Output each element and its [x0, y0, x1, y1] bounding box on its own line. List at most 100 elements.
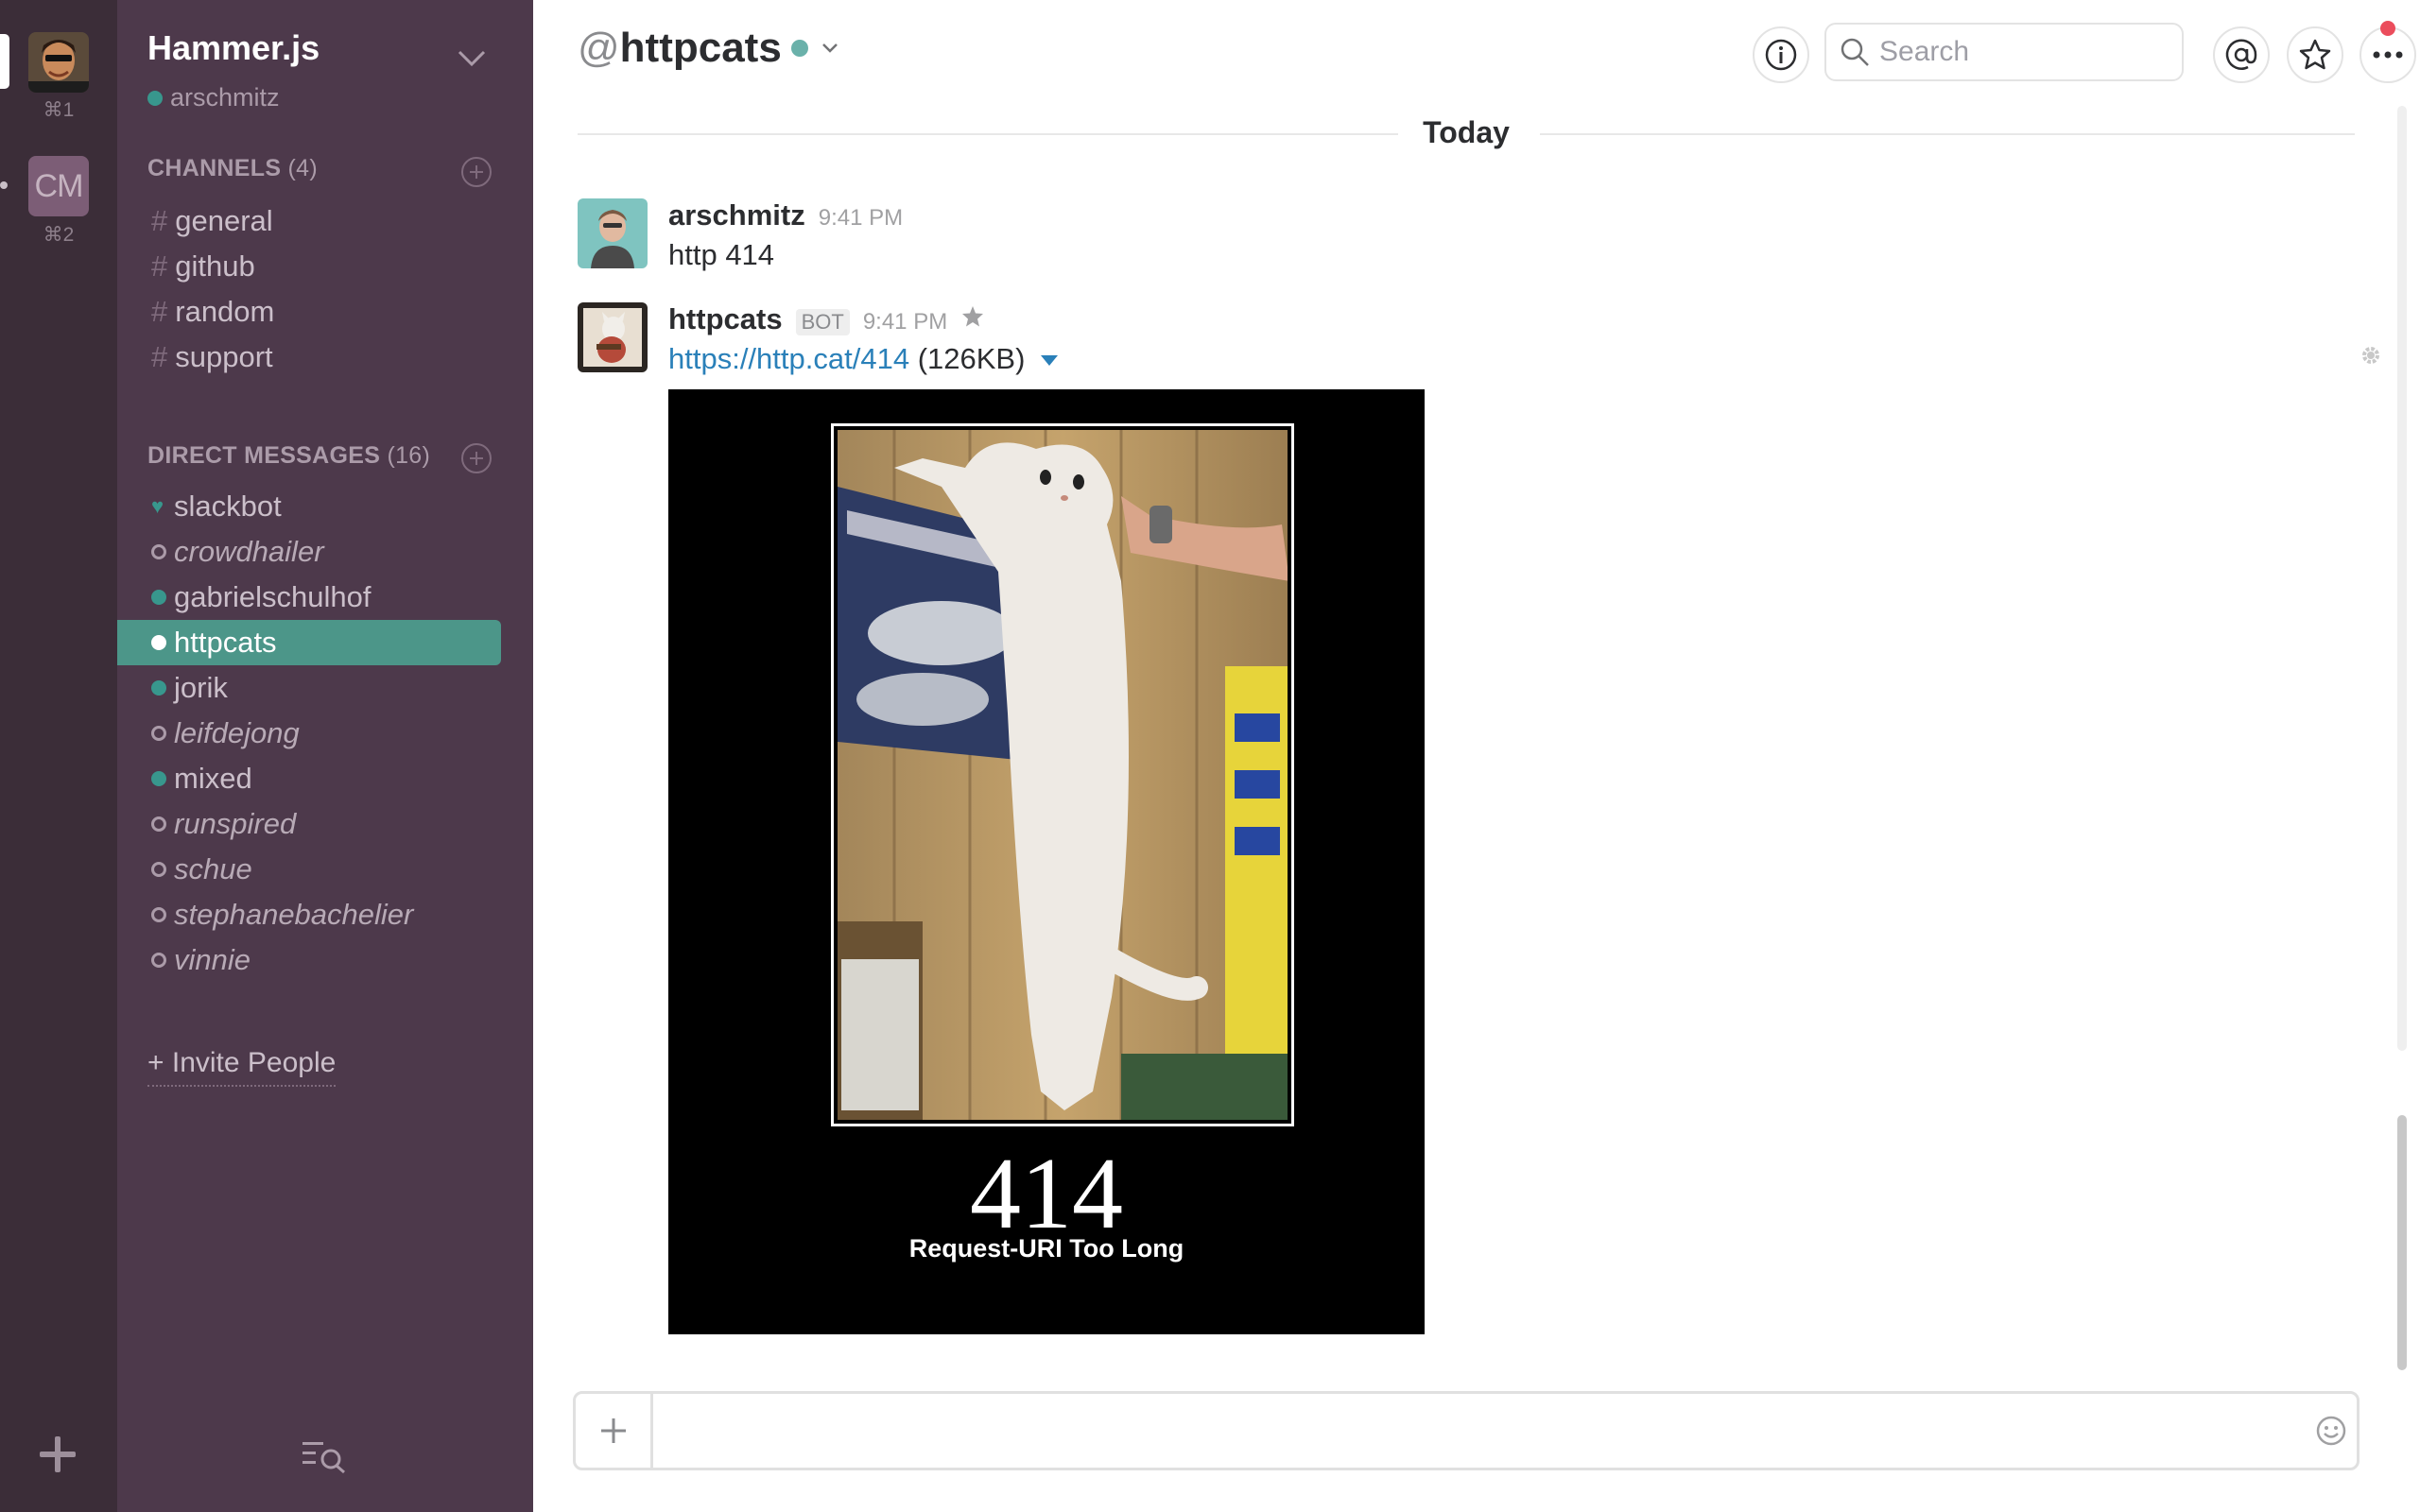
sidebar-item-slackbot[interactable]: ♥ slackbot: [117, 484, 501, 529]
team-icon-cm[interactable]: CM: [28, 156, 89, 216]
sidebar-item-label: random: [175, 295, 275, 328]
status-description: Request-URI Too Long: [908, 1234, 1184, 1263]
sidebar-item-general[interactable]: # general: [117, 198, 501, 244]
star-icon[interactable]: [960, 304, 985, 329]
attachment-link-row: https://http.cat/414 (126KB): [668, 342, 2275, 376]
channel-info-button[interactable]: [1753, 26, 1809, 83]
at-sign: @: [578, 25, 620, 71]
message-author[interactable]: httpcats: [668, 302, 783, 336]
presence-online-icon: [151, 680, 166, 696]
quick-switcher-icon[interactable]: [301, 1436, 348, 1474]
search-icon: [1841, 38, 1869, 66]
unread-team-dot: [0, 181, 8, 189]
heart-icon: ♥: [151, 494, 164, 518]
team-name[interactable]: Hammer.js: [147, 28, 320, 68]
team-shortcut: ⌘1: [43, 99, 75, 121]
starred-items-button[interactable]: [2287, 26, 2343, 83]
info-icon: [1765, 39, 1797, 71]
message-input[interactable]: [666, 1407, 2217, 1454]
emoji-icon[interactable]: [2315, 1415, 2347, 1447]
message-timestamp[interactable]: 9:41 PM: [863, 309, 947, 335]
sidebar-item-label: stephanebachelier: [174, 898, 414, 931]
sidebar-item-label: general: [175, 204, 273, 237]
search-input[interactable]: [1879, 36, 2163, 68]
star-icon: [2299, 39, 2331, 70]
message-body: arschmitz 9:41 PM http 414: [668, 198, 2275, 272]
presence-online-icon: [151, 771, 166, 786]
message-composer: [573, 1391, 2360, 1470]
hash-icon: #: [151, 340, 168, 373]
presence-online-icon: [790, 40, 808, 57]
sidebar-item-leifdejong[interactable]: leifdejong: [117, 711, 501, 756]
sidebar-item-label: github: [175, 249, 255, 283]
ellipsis-icon: [2373, 51, 2403, 59]
dm-count: (16): [387, 442, 431, 469]
presence-away-icon: [151, 816, 166, 832]
presence-away-icon: [151, 862, 166, 877]
photo-frame: [831, 423, 1294, 1126]
cat-photo: [838, 430, 1288, 1120]
sidebar-item-mixed[interactable]: mixed: [117, 756, 501, 801]
team-switcher: ⌘1 CM ⌘2: [0, 0, 117, 1512]
gear-icon[interactable]: [2358, 342, 2384, 369]
message-timestamp[interactable]: 9:41 PM: [819, 205, 903, 232]
attachment-link[interactable]: https://http.cat/414: [668, 342, 909, 375]
sidebar-item-runspired[interactable]: runspired: [117, 801, 501, 847]
avatar[interactable]: [578, 302, 648, 372]
team-icon-hammerjs[interactable]: [28, 32, 89, 93]
direct-messages-heading[interactable]: DIRECT MESSAGES (16): [147, 442, 430, 470]
mentions-button[interactable]: [2213, 26, 2270, 83]
day-divider-label: Today: [578, 115, 2355, 150]
current-user-name: arschmitz: [170, 83, 280, 112]
sidebar-item-label: leifdejong: [174, 716, 300, 749]
avatar[interactable]: [578, 198, 648, 268]
message-author[interactable]: arschmitz: [668, 198, 805, 232]
channels-heading[interactable]: CHANNELS (4): [147, 155, 318, 182]
message-text: http 414: [668, 238, 775, 271]
add-channel-button[interactable]: [461, 157, 492, 187]
attachment-size: (126KB): [917, 342, 1026, 375]
hash-icon: #: [151, 295, 168, 328]
sidebar-item-gabrielschulhof[interactable]: gabrielschulhof: [117, 575, 501, 620]
sidebar-item-label: jorik: [174, 671, 228, 704]
add-team-button[interactable]: [36, 1433, 79, 1476]
scrollbar-track: [2397, 106, 2407, 1051]
presence-away-icon: [151, 907, 166, 922]
image-attachment[interactable]: 414 Request-URI Too Long: [668, 389, 1425, 1334]
presence-away-icon: [151, 953, 166, 968]
invite-people-link[interactable]: + Invite People: [147, 1047, 337, 1087]
sidebar-item-label: vinnie: [174, 943, 251, 976]
user-avatar-image: [578, 198, 648, 268]
search-field[interactable]: [1824, 23, 2184, 81]
sidebar-item-label: runspired: [174, 807, 297, 840]
current-user[interactable]: arschmitz: [147, 83, 280, 112]
scrollbar-thumb[interactable]: [2397, 1115, 2407, 1370]
message-meta: httpcats BOT 9:41 PM: [668, 302, 2275, 340]
bot-badge: BOT: [795, 309, 850, 335]
attach-file-button[interactable]: [576, 1394, 653, 1468]
notification-badge: [2380, 21, 2395, 36]
plus-icon: [600, 1418, 626, 1443]
sidebar-item-schue[interactable]: schue: [117, 847, 501, 892]
sidebar-item-crowdhailer[interactable]: crowdhailer: [117, 529, 501, 575]
sidebar-item-jorik[interactable]: jorik: [117, 665, 501, 711]
scrollbar[interactable]: [2395, 106, 2409, 1377]
sidebar-item-label: support: [175, 340, 273, 373]
sidebar-item-random[interactable]: # random: [117, 289, 501, 335]
sidebar-item-github[interactable]: # github: [117, 244, 501, 289]
at-mention-icon: [2225, 39, 2257, 70]
caret-down-icon[interactable]: [1041, 355, 1059, 367]
add-direct-message-button[interactable]: [461, 443, 492, 473]
chevron-down-icon[interactable]: [458, 49, 486, 68]
sidebar-item-label: mixed: [174, 762, 252, 795]
channel-header: @ httpcats: [533, 0, 2420, 104]
sidebar-item-support[interactable]: # support: [117, 335, 501, 380]
sidebar-item-vinnie[interactable]: vinnie: [117, 937, 501, 983]
channel-title[interactable]: @ httpcats: [578, 25, 838, 72]
channels-count: (4): [287, 155, 319, 181]
sidebar-item-label: httpcats: [174, 626, 277, 659]
presence-online-icon: [151, 590, 166, 605]
sidebar-item-httpcats[interactable]: httpcats: [117, 620, 501, 665]
presence-away-icon: [151, 544, 166, 559]
sidebar-item-stephanebachelier[interactable]: stephanebachelier: [117, 892, 501, 937]
